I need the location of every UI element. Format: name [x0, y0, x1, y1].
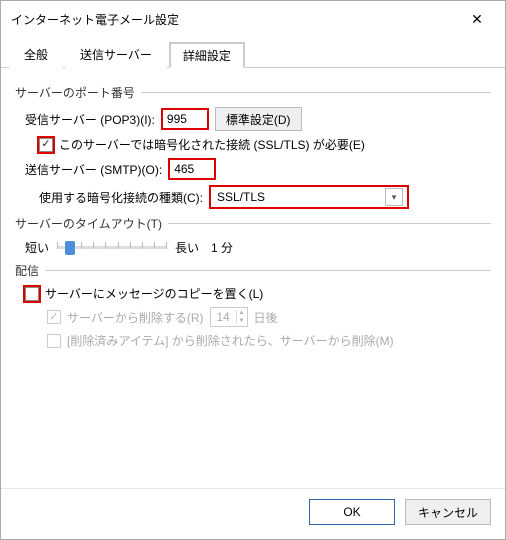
group-server-timeout: サーバーのタイムアウト(T) [15, 215, 491, 232]
ssl-required-label: このサーバーでは暗号化された接続 (SSL/TLS) が必要(E) [59, 136, 365, 153]
pop3-label: 受信サーバー (POP3)(I): [25, 111, 155, 128]
timeout-long-label: 長い [175, 239, 199, 256]
dialog-window: インターネット電子メール設定 ✕ 全般 送信サーバー 詳細設定 サーバーのポート… [0, 0, 506, 540]
stepper-arrows: ▲▼ [237, 309, 247, 325]
tabstrip: 全般 送信サーバー 詳細設定 [1, 39, 505, 68]
cancel-button[interactable]: キャンセル [405, 499, 491, 525]
row-smtp-encryption: 使用する暗号化接続の種類(C): SSL/TLS ▾ [39, 185, 491, 209]
remove-after-checkbox [47, 310, 61, 324]
row-smtp: 送信サーバー (SMTP)(O): [25, 158, 491, 180]
dialog-buttons: OK キャンセル [1, 488, 505, 539]
remove-after-days-stepper: 14 ▲▼ [210, 307, 248, 327]
timeout-slider[interactable] [57, 238, 167, 256]
slider-thumb[interactable] [65, 241, 75, 255]
ssl-required-checkbox[interactable] [39, 138, 53, 152]
row-remove-deleted: [削除済みアイテム] から削除されたら、サーバーから削除(M) [47, 332, 491, 349]
tab-outgoing-server[interactable]: 送信サーバー [65, 40, 167, 68]
days-suffix-label: 日後 [254, 309, 278, 326]
row-leave-copy: サーバーにメッセージのコピーを置く(L) [25, 285, 491, 302]
pop3-port-input[interactable] [161, 108, 209, 130]
leave-copy-label: サーバーにメッセージのコピーを置く(L) [45, 285, 263, 302]
window-title: インターネット電子メール設定 [11, 11, 179, 28]
group-server-ports-label: サーバーのポート番号 [15, 84, 135, 101]
row-pop3: 受信サーバー (POP3)(I): 標準設定(D) [25, 107, 491, 131]
titlebar: インターネット電子メール設定 ✕ [1, 1, 505, 35]
chevron-down-icon: ▾ [385, 188, 403, 206]
encryption-type-label: 使用する暗号化接続の種類(C): [39, 189, 203, 206]
group-server-ports: サーバーのポート番号 [15, 84, 491, 101]
group-server-timeout-label: サーバーのタイムアウト(T) [15, 215, 162, 232]
ok-button[interactable]: OK [309, 499, 395, 525]
default-settings-button[interactable]: 標準設定(D) [215, 107, 302, 131]
remove-deleted-label: [削除済みアイテム] から削除されたら、サーバーから削除(M) [67, 332, 394, 349]
encryption-type-dropdown[interactable]: SSL/TLS ▾ [209, 185, 409, 209]
group-delivery: 配信 [15, 262, 491, 279]
smtp-port-input[interactable] [168, 158, 216, 180]
row-timeout: 短い 長い 1 分 [25, 238, 491, 256]
encryption-type-value: SSL/TLS [217, 190, 265, 204]
remove-after-days-value: 14 [211, 310, 237, 324]
timeout-short-label: 短い [25, 239, 49, 256]
group-delivery-label: 配信 [15, 262, 39, 279]
row-pop3-ssl: このサーバーでは暗号化された接続 (SSL/TLS) が必要(E) [39, 136, 491, 153]
tab-general[interactable]: 全般 [9, 40, 63, 68]
close-icon: ✕ [471, 11, 483, 28]
remove-deleted-checkbox [47, 334, 61, 348]
tab-content-advanced: サーバーのポート番号 受信サーバー (POP3)(I): 標準設定(D) このサ… [1, 68, 505, 488]
timeout-value-label: 1 分 [211, 239, 233, 256]
row-remove-after: サーバーから削除する(R) 14 ▲▼ 日後 [47, 307, 491, 327]
leave-copy-checkbox[interactable] [25, 287, 39, 301]
remove-after-label: サーバーから削除する(R) [67, 309, 204, 326]
tab-advanced[interactable]: 詳細設定 [169, 42, 245, 68]
smtp-label: 送信サーバー (SMTP)(O): [25, 161, 162, 178]
close-button[interactable]: ✕ [457, 7, 497, 31]
